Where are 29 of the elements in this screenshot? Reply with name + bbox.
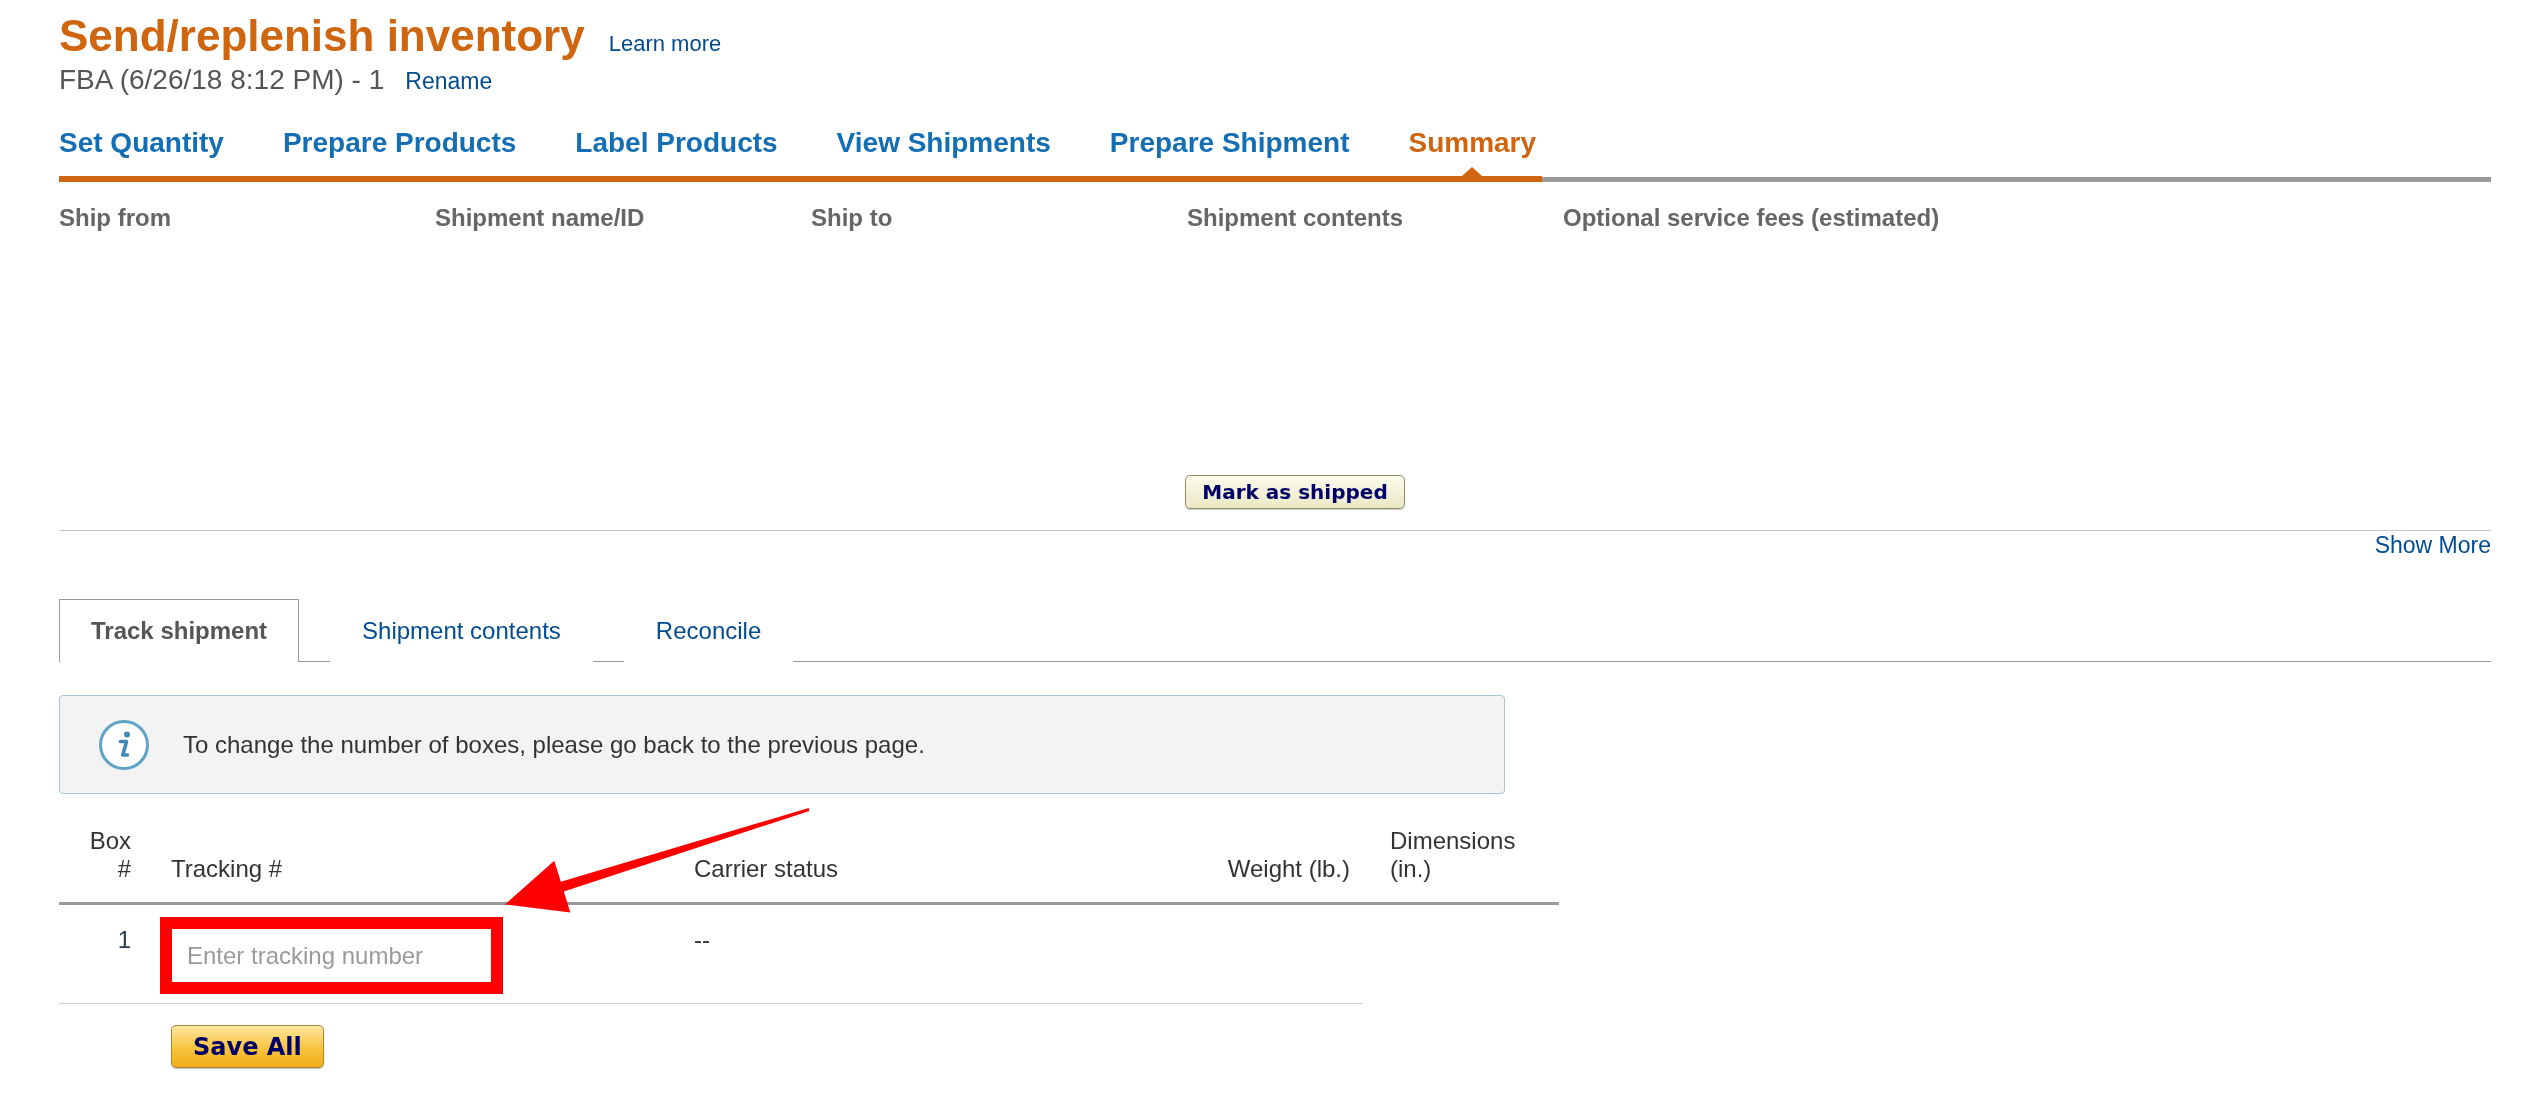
column-header: Tracking # [171,855,284,883]
step-tab[interactable]: View Shipments [836,127,1110,182]
mark-as-shipped-button[interactable]: Mark as shipped [1185,475,1405,509]
column-header: Ship from [59,204,172,232]
caret-icon [1462,167,1483,176]
step-tab[interactable]: Label Products [575,127,837,182]
table-cell: 1 [117,926,131,953]
column-header: Carrier status [694,855,840,883]
step-tab[interactable]: Set Quantity [59,127,283,182]
column-header: Shipment contents [1187,204,1404,232]
shipment-name: FBA (6/26/18 8:12 PM) - 1 [59,64,385,96]
column-header: Shipment name/ID [435,204,646,232]
info-icon [99,719,149,770]
rename-link[interactable]: Rename [405,68,493,95]
column-header: Dimensions (in.) [1390,827,1517,883]
step-tab[interactable]: Summary [1408,127,1543,182]
column-header: Weight (lb.) [1226,855,1350,883]
show-more-link[interactable]: Show More [2374,531,2491,559]
column-header: Ship to [811,204,894,232]
table-cell: -- [694,926,710,953]
learn-more-link[interactable]: Learn more [608,31,722,57]
step-tab[interactable]: Prepare Products [282,127,576,182]
info-message: To change the number of boxes, please go back to the previous page. [183,730,925,759]
step-tab[interactable]: Prepare Shipment [1109,127,1409,182]
page-title: Send/replenish inventory [59,10,585,62]
column-header: Optional service fees (estimated) [1563,204,1941,232]
tab[interactable]: Track shipment [59,599,300,662]
column-header: Box # [88,827,131,883]
save-all-button[interactable]: Save All [171,1025,324,1068]
